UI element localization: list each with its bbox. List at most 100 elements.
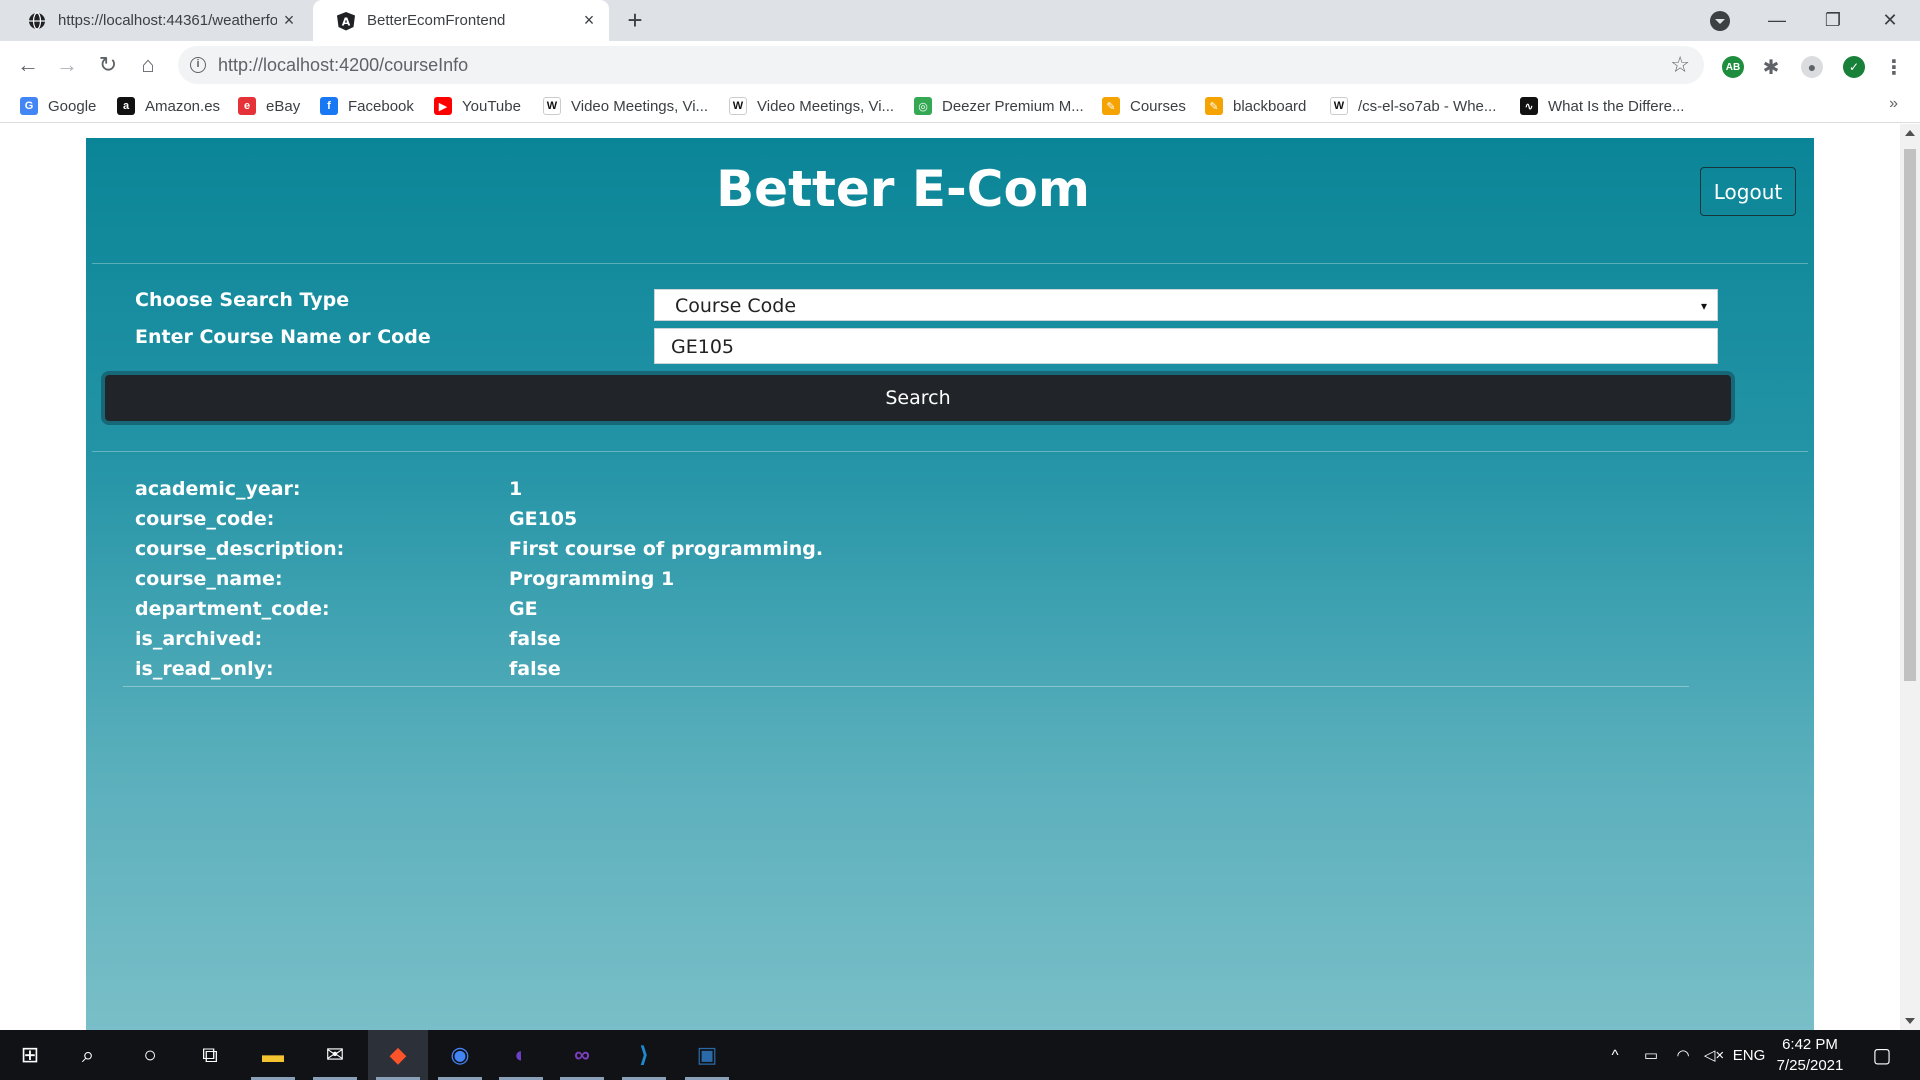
bookmark-label: What Is the Differe... <box>1548 97 1685 115</box>
task-view-glyph: ⧉ <box>202 1042 218 1067</box>
site-info-icon[interactable]: i <box>190 57 206 73</box>
profile-avatar-icon[interactable]: ● <box>1801 56 1823 78</box>
detail-key: is_read_only: <box>135 658 274 680</box>
browser-tab-betterecom[interactable]: A BetterEcomFrontend × <box>313 0 609 41</box>
bookmark-label: Video Meetings, Vi... <box>757 97 895 115</box>
scroll-down-icon[interactable] <box>1905 1018 1915 1024</box>
facebook-icon: f <box>320 97 338 115</box>
clock-date: 7/25/2021 <box>1776 1057 1844 1074</box>
logout-button[interactable]: Logout <box>1700 167 1796 216</box>
brave-icon[interactable]: ◆ <box>368 1030 428 1080</box>
bookmark-item[interactable]: ✎ Courses <box>1102 95 1186 117</box>
reload-button[interactable]: ↻ <box>94 51 122 79</box>
chrome-icon[interactable]: ◉ <box>430 1030 490 1080</box>
address-bar[interactable]: i http://localhost:4200/courseInfo ☆ <box>178 46 1704 84</box>
security-shield-icon[interactable]: ✓ <box>1843 56 1865 78</box>
bookmark-label: Facebook <box>348 97 414 115</box>
task-view-icon[interactable]: ⧉ <box>180 1030 240 1080</box>
notifications-icon[interactable]: ▢ <box>1862 1030 1902 1080</box>
bookmark-label: Amazon.es <box>145 97 221 115</box>
search-type-label: Choose Search Type <box>135 289 350 311</box>
volume-muted-icon[interactable]: ◁× <box>1700 1030 1728 1080</box>
clock[interactable]: 6:42 PM 7/25/2021 <box>1770 1034 1850 1076</box>
bookmark-item[interactable]: f Facebook <box>320 95 414 117</box>
windows-start-glyph: ⊞ <box>20 1042 40 1067</box>
maximize-button[interactable]: ❐ <box>1803 0 1863 41</box>
detail-key: is_archived: <box>135 628 263 650</box>
language-indicator[interactable]: ENG <box>1732 1030 1766 1080</box>
visual-studio-icon[interactable]: ∞ <box>552 1030 612 1080</box>
forward-button[interactable]: → <box>53 51 81 79</box>
wifi-icon[interactable]: ◠ <box>1672 1030 1694 1080</box>
detail-key: academic_year: <box>135 478 301 500</box>
bookmark-item[interactable]: a Amazon.es <box>117 95 220 117</box>
terminal-glyph: ▣ <box>696 1042 718 1067</box>
scroll-up-icon[interactable] <box>1905 130 1915 136</box>
show-hidden-icons-icon[interactable]: ^ <box>1604 1030 1626 1080</box>
windows-taskbar: ^ ▭ ◠ ◁× ENG 6:42 PM 7/25/2021 ▢ ⊞ ⌕ ○ ⧉ ▬ ✉ ◆… <box>0 1030 1920 1080</box>
bookmark-item[interactable]: ✎ blackboard <box>1205 95 1306 117</box>
bookmark-item[interactable]: G Google <box>20 95 96 117</box>
brave-glyph: ◆ <box>389 1042 407 1067</box>
detail-row: is_read_only: false <box>123 654 1689 684</box>
minimize-button[interactable]: — <box>1747 0 1807 41</box>
bookmark-item[interactable]: W/cs-el-so7ab - Whe... <box>1330 95 1496 117</box>
github-desktop-icon[interactable]: ◐ <box>491 1030 551 1080</box>
cortana-icon[interactable]: ○ <box>120 1030 180 1080</box>
course-details-list: academic_year: 1 course_code: GE105 course_d… <box>123 474 1689 687</box>
ebay-icon: e <box>238 97 256 115</box>
back-button[interactable]: ← <box>14 51 42 79</box>
bookmark-star-icon[interactable]: ☆ <box>1670 52 1690 78</box>
mail-icon[interactable]: ✉ <box>305 1030 365 1080</box>
url-text[interactable]: http://localhost:4200/courseInfo <box>218 55 468 76</box>
search-icon[interactable]: ⌕ <box>58 1030 118 1080</box>
more-bookmarks-icon[interactable]: » <box>1889 95 1898 113</box>
close-tab-icon[interactable]: × <box>277 9 301 33</box>
adblock-extension-icon[interactable]: AB <box>1722 56 1744 78</box>
close-tab-icon[interactable]: × <box>577 9 601 33</box>
extensions-puzzle-icon[interactable]: ✱ <box>1760 56 1782 79</box>
windows-start-icon[interactable]: ⊞ <box>0 1030 60 1080</box>
bookmarks-bar: » G Google a Amazon.es e eBay f Facebook ▶ YouTub… <box>0 89 1920 123</box>
detail-key: course_description: <box>135 538 345 560</box>
bookmark-item[interactable]: ∿ What Is the Differe... <box>1520 95 1684 117</box>
terminal-icon[interactable]: ▣ <box>677 1030 737 1080</box>
course-search-input[interactable]: GE105 <box>654 328 1718 364</box>
browser-menu-icon[interactable]: ⋮ <box>1883 56 1905 79</box>
detail-row: course_code: GE105 <box>123 504 1689 534</box>
angular-icon: A <box>336 11 356 31</box>
close-window-button[interactable]: ✕ <box>1860 0 1920 41</box>
page-scrollbar[interactable] <box>1900 124 1920 1030</box>
bookmark-label: Deezer Premium M... <box>942 97 1084 115</box>
bookmark-label: YouTube <box>462 97 521 115</box>
bookmark-label: Google <box>48 97 97 115</box>
search-type-value: Course Code <box>675 295 797 317</box>
detail-value: 1 <box>509 478 523 500</box>
bookmark-item[interactable]: e eBay <box>238 95 300 117</box>
chevron-down-icon: ▾ <box>1700 299 1707 313</box>
detail-value: false <box>509 628 561 650</box>
battery-icon[interactable]: ▭ <box>1638 1030 1664 1080</box>
home-button[interactable]: ⌂ <box>134 51 162 79</box>
file-explorer-icon[interactable]: ▬ <box>243 1030 303 1080</box>
detail-value: false <box>509 658 561 680</box>
deezer-icon: ◎ <box>914 97 932 115</box>
wikipedia-icon: W <box>1330 97 1348 115</box>
search-type-select[interactable]: Course Code ▾ <box>654 289 1718 321</box>
search-button[interactable]: Search <box>101 371 1735 425</box>
detail-row: academic_year: 1 <box>123 474 1689 504</box>
app-container: Better E-Com Logout Choose Search Type C… <box>86 138 1814 1030</box>
detail-value: Programming 1 <box>509 568 675 590</box>
course-input-label: Enter Course Name or Code <box>135 326 431 348</box>
vscode-icon[interactable]: ⟩ <box>614 1030 674 1080</box>
new-tab-button[interactable]: + <box>621 7 649 35</box>
bookmark-item[interactable]: ▶ YouTube <box>434 95 521 117</box>
tab-search-icon[interactable] <box>1710 11 1730 31</box>
detail-value: First course of programming. <box>509 538 824 560</box>
browser-tab-weather[interactable]: https://localhost:44361/weatherforecast … <box>4 0 309 41</box>
bookmark-item[interactable]: W Video Meetings, Vi... <box>543 95 708 117</box>
bookmark-item[interactable]: W Video Meetings, Vi... <box>729 95 894 117</box>
scrollbar-thumb[interactable] <box>1904 149 1916 681</box>
bookmark-item[interactable]: ◎ Deezer Premium M... <box>914 95 1084 117</box>
svg-text:A: A <box>342 15 351 28</box>
